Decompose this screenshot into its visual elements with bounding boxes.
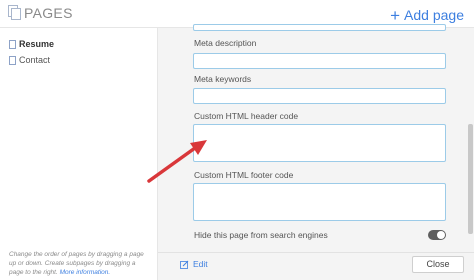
custom-header-textarea[interactable]: [193, 124, 446, 162]
sidebar-item-label: Contact: [19, 55, 51, 65]
add-page-button[interactable]: + Add page: [390, 5, 464, 25]
page-icon: [9, 39, 16, 49]
pages-icon: [8, 5, 21, 20]
sidebar-help-text: Change the order of pages by dragging a …: [9, 250, 151, 277]
close-button[interactable]: Close: [412, 256, 464, 273]
sidebar-item-resume[interactable]: Resume: [9, 39, 54, 49]
footer-divider: [158, 252, 474, 253]
custom-header-label: Custom HTML header code: [194, 111, 299, 121]
meta-description-label: Meta description: [194, 38, 257, 48]
sidebar-item-label: Resume: [19, 39, 55, 49]
sidebar-item-contact[interactable]: Contact: [9, 55, 50, 65]
more-information-link[interactable]: More information.: [60, 269, 111, 276]
page-settings-panel: Meta description Meta keywords Custom HT…: [158, 24, 474, 280]
edit-label: Edit: [193, 259, 208, 269]
page-title: PAGES: [24, 5, 73, 21]
pages-sidebar: Resume Contact Change the order of pages…: [0, 28, 158, 280]
meta-keywords-label: Meta keywords: [194, 74, 252, 84]
edit-icon: [180, 260, 189, 269]
edit-link[interactable]: Edit: [180, 259, 208, 269]
meta-keywords-input[interactable]: [193, 88, 446, 104]
page-icon: [9, 55, 16, 65]
custom-footer-label: Custom HTML footer code: [194, 170, 294, 180]
custom-footer-textarea[interactable]: [193, 183, 446, 221]
meta-description-input[interactable]: [193, 53, 446, 69]
plus-icon: +: [390, 6, 401, 25]
toggle-knob: [437, 231, 445, 239]
previous-field[interactable]: [193, 24, 446, 31]
add-page-label: Add page: [404, 7, 464, 23]
hide-search-label: Hide this page from search engines: [194, 230, 328, 240]
panel-scrollbar[interactable]: [468, 124, 473, 234]
hide-search-toggle[interactable]: [428, 230, 446, 240]
